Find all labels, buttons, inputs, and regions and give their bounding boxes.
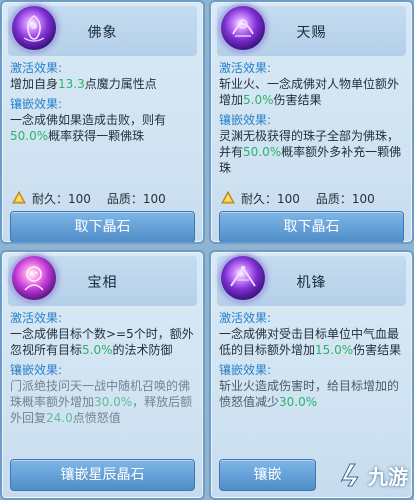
- stats-row: 耐久：100 品质：100: [10, 185, 195, 211]
- inlay-text: 灵渊无极获得的珠子全部为佛珠，并有50.0%概率额外多补充一颗佛珠: [219, 129, 402, 175]
- quality: 品质：100: [106, 191, 166, 206]
- card-body: 激活效果: 斩业火、一念成佛对人物单位额外增加5.0%伤害结果 镶嵌效果: 灵渊…: [219, 58, 404, 176]
- inlay-label: 镶嵌效果:: [10, 97, 63, 111]
- card-body: 激活效果: 增加自身13.3点魔力属性点 镶嵌效果: 一念成佛如果造成击败，则有…: [10, 58, 195, 144]
- activate-label: 激活效果:: [219, 311, 272, 325]
- card-body: 激活效果: 一念成佛对受击目标单位中气血最低的目标额外增加15.0%伤害结果 镶…: [219, 308, 404, 410]
- nine-game-logo-icon: [340, 463, 359, 487]
- inlay-label: 镶嵌效果:: [219, 113, 272, 127]
- inlay-text: 斩业火造成伤害时，给目标增加的愤怒值减少30.0%: [219, 379, 400, 409]
- activate-text: 一念成佛目标个数>=5个时，额外忽视所有目标5.0%的法术防御: [10, 327, 194, 357]
- remove-crystal-button[interactable]: 取下晶石: [10, 211, 195, 242]
- card-header: 机锋: [217, 256, 406, 306]
- card-header: 天赐: [217, 6, 406, 56]
- gem-card-baoxiang: 宝相 激活效果: 一念成佛目标个数>=5个时，额外忽视所有目标5.0%的法术防御…: [0, 250, 205, 500]
- card-title: 佛象: [87, 25, 118, 41]
- activate-label: 激活效果:: [10, 311, 63, 325]
- activate-text: 增加自身13.3点魔力属性点: [10, 77, 157, 91]
- coin-icon: [10, 189, 28, 207]
- card-title: 天赐: [296, 25, 327, 41]
- inlay-text: 门派绝技问天一战中随机召唤的佛珠概率额外增加30.0%，释放后额外回复24.0点…: [10, 379, 193, 425]
- remove-crystal-button[interactable]: 取下晶石: [219, 211, 404, 242]
- inlay-button[interactable]: 镶嵌: [219, 459, 316, 491]
- inlay-text: 一念成佛如果造成击败，则有50.0%概率获得一颗佛珠: [10, 113, 167, 143]
- inlay-label: 镶嵌效果:: [219, 363, 272, 377]
- inlay-label: 镶嵌效果:: [10, 363, 63, 377]
- coin-icon: [219, 189, 237, 207]
- card-body: 激活效果: 一念成佛目标个数>=5个时，额外忽视所有目标5.0%的法术防御 镶嵌…: [10, 308, 195, 426]
- inlay-star-crystal-button[interactable]: 镶嵌星辰晶石: [10, 459, 195, 491]
- gem-card-foxiang: 佛象 激活效果: 增加自身13.3点魔力属性点 镶嵌效果: 一念成佛如果造成击败…: [0, 0, 205, 244]
- card-header: 宝相: [8, 256, 197, 306]
- gem-card-tianci: 天赐 激活效果: 斩业火、一念成佛对人物单位额外增加5.0%伤害结果 镶嵌效果:…: [209, 0, 414, 244]
- card-header: 佛象: [8, 6, 197, 56]
- activate-label: 激活效果:: [219, 61, 272, 75]
- activate-text: 一念成佛对受击目标单位中气血最低的目标额外增加15.0%伤害结果: [219, 327, 402, 357]
- activate-label: 激活效果:: [10, 61, 63, 75]
- durability: 耐久：100: [32, 191, 91, 206]
- stats-row: 耐久：100 品质：100: [219, 185, 404, 211]
- quality: 品质：100: [315, 191, 375, 206]
- durability: 耐久：100: [241, 191, 300, 206]
- activate-text: 斩业火、一念成佛对人物单位额外增加5.0%伤害结果: [219, 77, 400, 107]
- gem-card-jifeng: 机锋 激活效果: 一念成佛对受击目标单位中气血最低的目标额外增加15.0%伤害结…: [209, 250, 414, 500]
- card-title: 宝相: [87, 275, 118, 291]
- card-title: 机锋: [296, 275, 327, 291]
- watermark: 九游: [328, 458, 408, 492]
- watermark-text: 九游: [368, 464, 408, 489]
